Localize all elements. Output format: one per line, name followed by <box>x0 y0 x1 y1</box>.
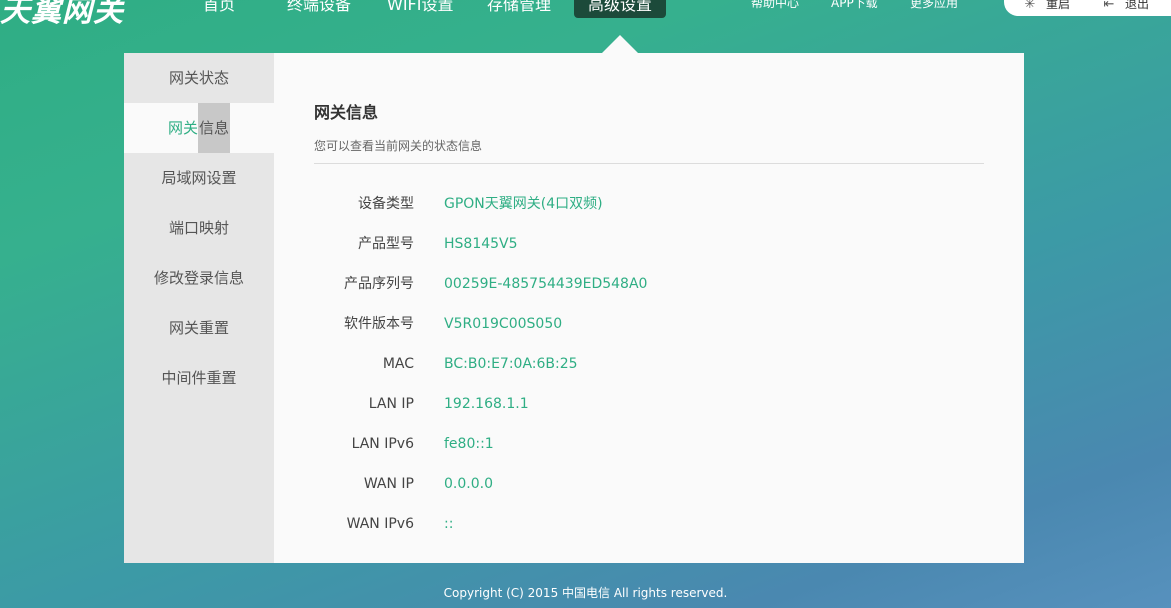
sidebar-item-gateway-info[interactable]: 网关信息 <box>124 103 274 153</box>
sidebar-item-port-mapping[interactable]: 端口映射 <box>124 203 274 253</box>
sidebar-item-label: 端口映射 <box>168 219 229 237</box>
sidebar-item-gateway-reset[interactable]: 网关重置 <box>124 303 274 353</box>
info-row-mac: MAC BC:B0:E7:0A:6B:25 <box>314 344 984 384</box>
sidebar-item-label: 网关状态 <box>168 69 229 87</box>
sidebar-item-label: 局域网设置 <box>161 169 237 187</box>
info-label: WAN IP <box>363 476 414 492</box>
sidebar-item-lan-settings[interactable]: 局域网设置 <box>124 153 274 203</box>
info-label: MAC <box>382 356 414 372</box>
restart-icon: ✳ <box>1024 0 1036 12</box>
help-link[interactable]: 帮助中心 <box>751 0 799 10</box>
info-value: 0.0.0.0 <box>444 476 493 492</box>
sidebar-item-middleware-reset[interactable]: 中间件重置 <box>124 353 274 403</box>
info-value: HS8145V5 <box>444 236 518 252</box>
info-label: 产品型号 <box>358 236 414 252</box>
info-value: GPON天翼网关(4口双频) <box>444 196 603 212</box>
page-title: 网关信息 <box>314 103 379 122</box>
info-row-lan-ip: LAN IP 192.168.1.1 <box>314 384 984 424</box>
info-label: 软件版本号 <box>344 316 414 332</box>
info-row-wan-ip: WAN IP 0.0.0.0 <box>314 464 984 504</box>
nav-storage[interactable]: 存储管理 <box>487 0 551 18</box>
restart-button[interactable]: ✳ 重启 <box>1022 0 1070 13</box>
sidebar-item-gateway-status[interactable]: 网关状态 <box>124 53 274 103</box>
divider <box>314 163 984 164</box>
sidebar-item-label: 修改登录信息 <box>153 269 244 287</box>
nav-pointer-arrow <box>602 35 638 53</box>
info-value: :: <box>444 516 454 532</box>
app-download-link[interactable]: APP下载 <box>831 0 878 10</box>
nav-wifi[interactable]: WIFI设置 <box>387 0 453 18</box>
info-label: WAN IPv6 <box>346 516 414 532</box>
info-value: fe80::1 <box>444 436 494 452</box>
info-label: LAN IP <box>368 396 414 412</box>
nav-home[interactable]: 首页 <box>203 0 235 18</box>
logout-label: 退出 <box>1125 0 1150 11</box>
logout-button[interactable]: ⇤ 退出 <box>1101 0 1149 13</box>
sidebar: 网关状态 网关信息 局域网设置 端口映射 修改登录信息 网关重置 中间件重置 <box>124 53 274 563</box>
sidebar-item-label-highlight: 信息 <box>198 103 231 153</box>
info-label: 设备类型 <box>358 196 414 212</box>
logo: 天翼网关 <box>0 0 124 29</box>
nav-devices[interactable]: 终端设备 <box>287 0 351 18</box>
info-row-serial: 产品序列号 00259E-485754439ED548A0 <box>314 264 984 304</box>
main-panel: 网关状态 网关信息 局域网设置 端口映射 修改登录信息 网关重置 中间件重置 网… <box>124 53 1024 563</box>
info-row-software-version: 软件版本号 V5R019C00S050 <box>314 304 984 344</box>
info-value: 192.168.1.1 <box>444 396 529 412</box>
info-label: LAN IPv6 <box>351 436 414 452</box>
info-row-lan-ipv6: LAN IPv6 fe80::1 <box>314 424 984 464</box>
info-value: BC:B0:E7:0A:6B:25 <box>444 356 578 372</box>
sidebar-item-label: 中间件重置 <box>161 369 237 387</box>
restart-label: 重启 <box>1046 0 1071 11</box>
more-apps-link[interactable]: 更多应用 <box>910 0 958 10</box>
sidebar-item-login-info[interactable]: 修改登录信息 <box>124 253 274 303</box>
sidebar-item-label-part: 网关 <box>167 119 198 137</box>
info-value: V5R019C00S050 <box>444 316 563 332</box>
info-row-device-type: 设备类型 GPON天翼网关(4口双频) <box>314 184 984 224</box>
sidebar-item-label: 网关重置 <box>168 319 229 337</box>
logout-icon: ⇤ <box>1103 0 1115 12</box>
page-description: 您可以查看当前网关的状态信息 <box>314 139 483 153</box>
info-value: 00259E-485754439ED548A0 <box>444 276 648 292</box>
info-list: 设备类型 GPON天翼网关(4口双频) 产品型号 HS8145V5 产品序列号 002… <box>314 184 984 544</box>
info-row-model: 产品型号 HS8145V5 <box>314 224 984 264</box>
info-label: 产品序列号 <box>344 276 414 292</box>
footer-copyright: Copyright (C) 2015 中国电信 All rights reser… <box>443 586 728 600</box>
info-row-wan-ipv6: WAN IPv6:: <box>314 504 984 544</box>
top-bar: 天翼网关 首页 终端设备 WIFI设置 存储管理 高级设置 帮助中心 APP下载… <box>0 0 1171 29</box>
nav-advanced[interactable]: 高级设置 <box>574 0 667 18</box>
